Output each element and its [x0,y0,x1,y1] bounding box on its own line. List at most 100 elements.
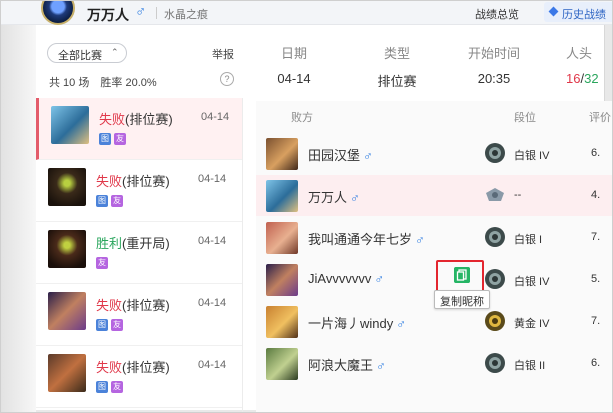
history-tab[interactable]: 历史战绩 [544,2,612,22]
match-list: 失败(排位赛) 04-14 图友 失败(排位赛) 04-14 图友 胜利(重开局… [36,98,243,412]
player-row-self[interactable]: 万万人 ♂ -- 4. [256,175,612,216]
unranked-icon [486,188,504,201]
kills-column: 人头 16/32 [566,43,612,86]
left-panel-edge [1,25,36,412]
date-label: 日期 [280,46,307,61]
date-value: 04-14 [277,71,311,86]
match-item[interactable]: 失败(排位赛) 04-14 图友 [36,346,242,408]
type-value: 排位赛 [377,74,417,89]
match-tags: 图友 [96,317,126,331]
player-score: 4. [591,189,601,201]
champion-icon [266,138,298,170]
match-stats: 共 10 场 胜率 20.0% [49,74,157,90]
type-label: 类型 [383,46,410,61]
match-tags: 友 [96,255,111,269]
app-window: 万万人 ♂ 水晶之痕 战绩总览 历史战绩 全部比赛 ⌃ 举报 共 10 场 胜率… [0,0,613,413]
player-row[interactable]: 阿浪大魔王 ♂ 白银 II 6. [256,343,612,384]
champion-icon [266,180,298,212]
player-rank: 白银 IV [514,150,550,162]
player-rank: 黄金 IV [514,318,550,330]
player-name[interactable]: 万万人 ♂ [308,187,360,206]
player-score: 6. [591,147,601,159]
match-result: 失败(排位赛) [96,360,170,375]
match-result: 失败(排位赛) [96,298,170,313]
friend-tag-icon: 友 [111,318,123,331]
male-icon: ♂ [374,271,385,286]
match-date: 04-14 [198,359,227,371]
player-score: 7. [591,231,601,243]
champion-icon [48,354,86,392]
match-item[interactable]: 失败(排位赛) 04-14 图友 [36,160,242,222]
player-name[interactable]: 我叫通通今年七岁 ♂ [308,229,425,248]
image-tag-icon: 图 [99,132,111,145]
help-icon[interactable]: ? [220,72,234,86]
friend-tag-icon: 友 [114,132,126,145]
match-item[interactable]: 胜利(重开局) 04-14 友 [36,222,242,284]
player-row[interactable]: 田园汉堡 ♂ 白银 IV 6. [256,133,612,174]
match-count: 共 10 场 [49,77,90,89]
copy-nickname-tooltip: 复制昵称 [434,290,490,309]
player-name: 万万人 [87,7,129,23]
player-avatar[interactable] [41,1,75,25]
friend-tag-icon: 友 [96,256,108,269]
silver-rank-icon [485,143,505,163]
match-result: 胜利(重开局) [96,236,170,251]
start-time-column: 开始时间 20:35 [461,43,527,86]
profile-header: 万万人 ♂ 水晶之痕 战绩总览 历史战绩 [1,1,612,25]
kills-label: 人头 [566,46,593,61]
champion-icon [48,230,86,268]
history-tab-label: 历史战绩 [562,9,606,21]
player-row[interactable]: 我叫通通今年七岁 ♂ 白银 I 7. [256,217,612,258]
champion-icon [266,306,298,338]
champion-icon [266,348,298,380]
match-date: 04-14 [198,297,227,309]
team-header: 败方 段位 评价 [256,101,612,129]
start-time-label: 开始时间 [467,46,520,61]
match-item[interactable]: 失败(排位赛) 04-14 图友 [36,284,242,346]
player-rank: 白银 II [514,360,546,372]
report-link[interactable]: 举报 [212,46,234,62]
diamond-icon [548,6,559,17]
caret-icon: ⌃ [111,47,119,57]
male-icon: ♂ [363,148,373,163]
image-tag-icon: 图 [96,194,108,207]
type-column: 类型 排位赛 [369,43,425,90]
player-rank: 白银 IV [514,276,550,288]
match-summary: 日期 04-14 类型 排位赛 开始时间 20:35 人头 16/32 [261,43,612,98]
player-name[interactable]: 田园汉堡 ♂ [308,145,373,164]
male-icon: ♂ [376,358,386,373]
champion-icon [48,168,86,206]
match-filter-dropdown[interactable]: 全部比赛 ⌃ [47,43,127,63]
friend-tag-icon: 友 [111,380,123,393]
overview-tab[interactable]: 战绩总览 [475,6,519,22]
filter-label: 全部比赛 [58,50,102,62]
player-name[interactable]: 一片海丿windy ♂ [308,313,406,332]
server-name: 水晶之痕 [164,9,208,21]
player-score: 6. [591,357,601,369]
kills-value: 16/32 [566,71,599,86]
player-score: 7. [591,315,601,327]
losing-team-table: 败方 段位 评价 田园汉堡 ♂ 白银 IV 6. 万万人 ♂ -- 4. 我叫通通今… [256,101,612,412]
silver-rank-icon [485,227,505,247]
match-tags: 图友 [96,193,126,207]
copy-nickname-icon[interactable] [454,267,470,283]
silver-rank-icon [485,269,505,289]
champion-icon [48,292,86,330]
header-divider [156,7,157,19]
champion-icon [266,222,298,254]
champion-icon [266,264,298,296]
match-tags: 图友 [96,379,126,393]
image-tag-icon: 图 [96,318,108,331]
match-item[interactable]: 失败(排位赛) 04-14 图友 [36,98,242,160]
male-icon: ♂ [135,3,147,20]
win-rate: 胜率 20.0% [100,77,157,89]
male-icon: ♂ [415,232,425,247]
male-icon: ♂ [350,190,360,205]
player-name[interactable]: 阿浪大魔王 ♂ [308,355,386,374]
player-rank: 白银 I [514,234,543,246]
champion-icon [51,106,89,144]
player-rank: -- [514,189,522,201]
match-date: 04-14 [201,111,230,123]
friend-tag-icon: 友 [111,194,123,207]
player-name[interactable]: JiAvvvvvvv ♂ [308,271,384,286]
